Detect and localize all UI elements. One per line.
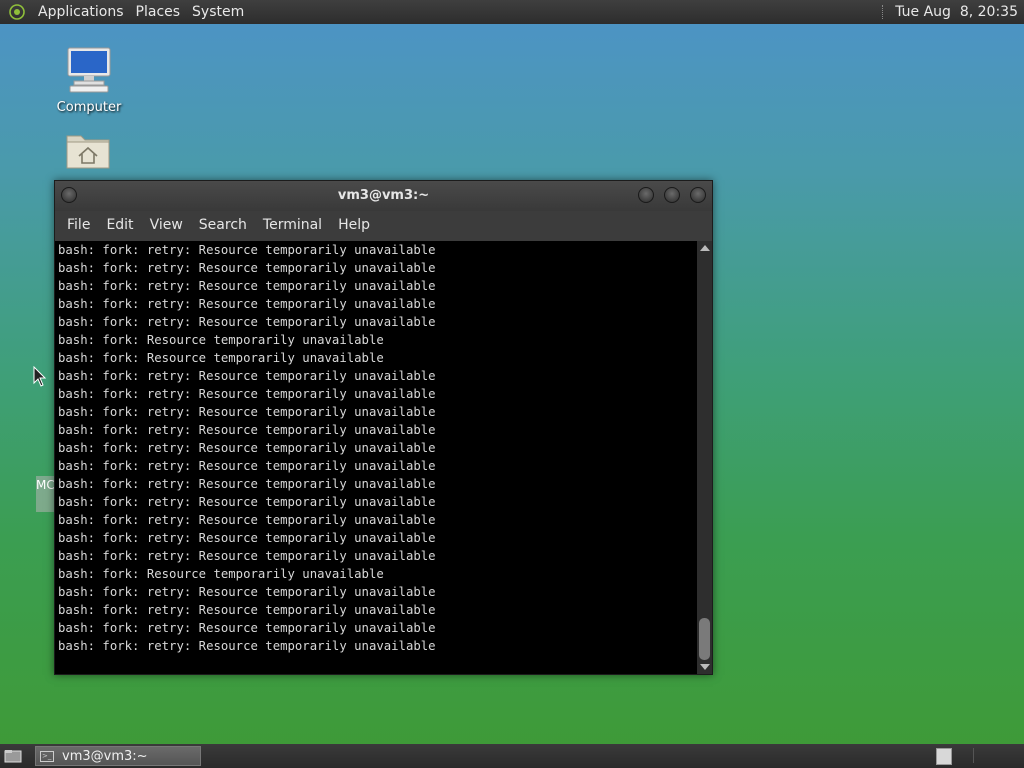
- bottom-panel: >_ vm3@vm3:~: [0, 744, 1024, 768]
- terminal-line: bash: fork: retry: Resource temporarily …: [58, 387, 436, 401]
- partial-desktop-item: MC: [36, 476, 54, 512]
- terminal-line: bash: fork: retry: Resource temporarily …: [58, 243, 436, 257]
- terminal-line: bash: fork: retry: Resource temporarily …: [58, 315, 436, 329]
- terminal-line: bash: fork: retry: Resource temporarily …: [58, 405, 436, 419]
- terminal-app-icon: >_: [40, 750, 54, 762]
- system-menu[interactable]: System: [186, 0, 250, 24]
- window-menu-button[interactable]: [61, 187, 77, 203]
- scroll-down-arrow-icon[interactable]: [700, 664, 710, 670]
- menu-search[interactable]: Search: [191, 217, 255, 233]
- close-button[interactable]: [690, 187, 706, 203]
- home-folder-icon: [64, 130, 112, 174]
- terminal-line: bash: fork: retry: Resource temporarily …: [58, 441, 436, 455]
- terminal-menubar: File Edit View Search Terminal Help: [55, 211, 712, 239]
- terminal-line: bash: fork: Resource temporarily unavail…: [58, 351, 384, 365]
- scrollbar-thumb[interactable]: [699, 618, 710, 660]
- terminal-line: bash: fork: retry: Resource temporarily …: [58, 585, 436, 599]
- minimize-button[interactable]: [638, 187, 654, 203]
- terminal-output[interactable]: bash: fork: retry: Resource temporarily …: [55, 241, 697, 674]
- window-titlebar[interactable]: vm3@vm3:~: [55, 181, 712, 211]
- terminal-line: bash: fork: retry: Resource temporarily …: [58, 621, 436, 635]
- window-title: vm3@vm3:~: [337, 188, 430, 203]
- desktop-icon-computer[interactable]: Computer: [54, 46, 124, 115]
- terminal-line: bash: fork: retry: Resource temporarily …: [58, 531, 436, 545]
- terminal-line: bash: fork: retry: Resource temporarily …: [58, 549, 436, 563]
- desktop-icon-label: Computer: [56, 100, 122, 115]
- clock[interactable]: Tue Aug 8, 20:35: [895, 4, 1018, 20]
- workspace-area[interactable]: [973, 748, 1020, 763]
- menu-file[interactable]: File: [59, 217, 98, 233]
- menu-view[interactable]: View: [142, 217, 191, 233]
- terminal-line: bash: fork: Resource temporarily unavail…: [58, 567, 384, 581]
- scroll-up-arrow-icon[interactable]: [700, 245, 710, 251]
- terminal-line: bash: fork: retry: Resource temporarily …: [58, 261, 436, 275]
- terminal-line: bash: fork: retry: Resource temporarily …: [58, 369, 436, 383]
- terminal-line: bash: fork: retry: Resource temporarily …: [58, 495, 436, 509]
- applications-menu[interactable]: Applications: [32, 0, 130, 24]
- terminal-line: bash: fork: Resource temporarily unavail…: [58, 333, 384, 347]
- terminal-line: bash: fork: retry: Resource temporarily …: [58, 513, 436, 527]
- terminal-line: bash: fork: retry: Resource temporarily …: [58, 477, 436, 491]
- computer-icon: [54, 46, 124, 98]
- workspace-switcher[interactable]: [936, 748, 952, 765]
- mouse-cursor-icon: [33, 365, 47, 392]
- terminal-line: bash: fork: retry: Resource temporarily …: [58, 297, 436, 311]
- terminal-scrollbar[interactable]: [697, 241, 712, 674]
- menu-help[interactable]: Help: [330, 217, 378, 233]
- terminal-line: bash: fork: retry: Resource temporarily …: [58, 459, 436, 473]
- panel-separator: [882, 5, 885, 19]
- top-panel: Applications Places System Tue Aug 8, 20…: [0, 0, 1024, 24]
- menu-edit[interactable]: Edit: [98, 217, 141, 233]
- distro-logo-icon[interactable]: [8, 3, 26, 21]
- show-desktop-icon[interactable]: [3, 747, 23, 765]
- desktop-icon-home[interactable]: [64, 130, 112, 174]
- terminal-line: bash: fork: retry: Resource temporarily …: [58, 423, 436, 437]
- terminal-line: bash: fork: retry: Resource temporarily …: [58, 279, 436, 293]
- places-menu[interactable]: Places: [130, 0, 187, 24]
- taskbar-label: vm3@vm3:~: [62, 748, 148, 764]
- terminal-window[interactable]: vm3@vm3:~ File Edit View Search Terminal…: [54, 180, 713, 675]
- taskbar-terminal-button[interactable]: >_ vm3@vm3:~: [35, 746, 201, 766]
- partial-desktop-label: MC: [36, 478, 54, 492]
- terminal-line: bash: fork: retry: Resource temporarily …: [58, 639, 436, 653]
- maximize-button[interactable]: [664, 187, 680, 203]
- terminal-line: bash: fork: retry: Resource temporarily …: [58, 603, 436, 617]
- menu-terminal[interactable]: Terminal: [255, 217, 330, 233]
